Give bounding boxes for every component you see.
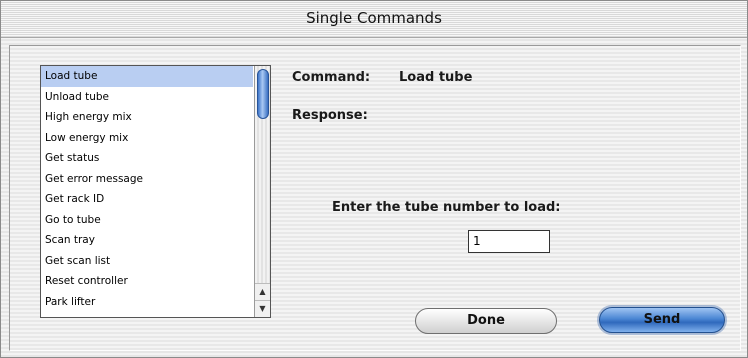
list-item[interactable]: High energy mix bbox=[41, 107, 253, 128]
scroll-down-arrow-icon[interactable]: ▼ bbox=[255, 300, 270, 317]
dialog-content: Load tube Unload tube High energy mix Lo… bbox=[9, 45, 741, 351]
scroll-thumb[interactable] bbox=[257, 69, 269, 119]
command-value: Load tube bbox=[399, 70, 473, 85]
response-label: Response: bbox=[292, 108, 368, 123]
list-scrollbar[interactable]: ▲ ▼ bbox=[254, 66, 270, 317]
command-label: Command: bbox=[292, 70, 371, 85]
list-item[interactable]: Scan tray bbox=[41, 230, 253, 251]
send-button[interactable]: Send bbox=[599, 307, 725, 333]
list-item[interactable]: Get scan list bbox=[41, 251, 253, 272]
list-item[interactable]: Low energy mix bbox=[41, 128, 253, 149]
list-item[interactable]: Get error message bbox=[41, 169, 253, 190]
list-item[interactable]: Load tube bbox=[41, 66, 253, 87]
tube-number-prompt: Enter the tube number to load: bbox=[332, 200, 561, 215]
done-button[interactable]: Done bbox=[415, 308, 557, 334]
list-item[interactable]: Get status bbox=[41, 148, 253, 169]
command-list[interactable]: Load tube Unload tube High energy mix Lo… bbox=[41, 66, 253, 317]
list-item[interactable]: Park lifter bbox=[41, 292, 253, 313]
command-listbox[interactable]: Load tube Unload tube High energy mix Lo… bbox=[40, 65, 271, 318]
window-title: Single Commands bbox=[306, 9, 442, 27]
single-commands-window: Single Commands Load tube Unload tube Hi… bbox=[0, 0, 748, 358]
list-item[interactable]: Reset controller bbox=[41, 271, 253, 292]
tube-number-input[interactable]: 1 bbox=[468, 230, 550, 253]
list-item[interactable]: Go to tube bbox=[41, 210, 253, 231]
title-bar[interactable]: Single Commands bbox=[1, 1, 747, 38]
list-item[interactable]: Unload tube bbox=[41, 87, 253, 108]
scroll-up-arrow-icon[interactable]: ▲ bbox=[255, 283, 270, 300]
list-item[interactable]: Get rack ID bbox=[41, 189, 253, 210]
